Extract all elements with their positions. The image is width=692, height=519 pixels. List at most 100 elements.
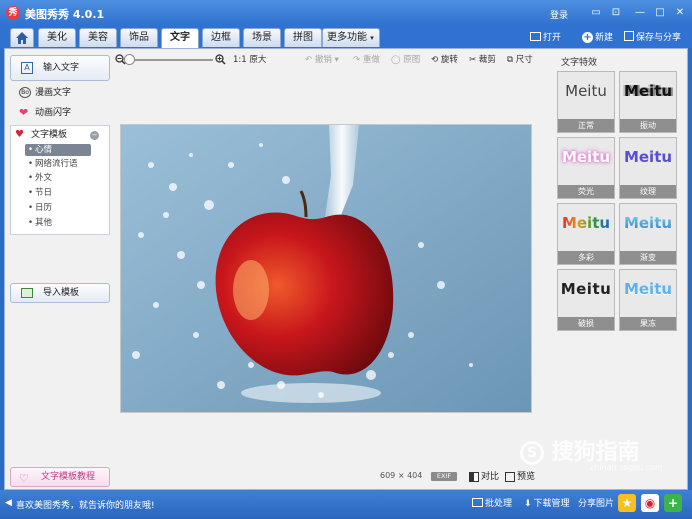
tab-beauty[interactable]: 美容 [79,28,117,47]
compare-icon [469,472,479,482]
effect-vibrate[interactable]: Meitu 振动 [619,71,677,133]
effect-sample: Meitu [623,280,673,298]
template-item-internet-slang[interactable]: • 网络流行语 [25,158,91,170]
image-dimensions: 609 × 404 [380,471,422,480]
main-area: A 输入文字 Bo 漫画文字 ❤ 动画闪字 ♥ 文字模板 − • 心情 • 网络… [4,48,688,490]
preview-button[interactable]: 预览 [503,470,535,484]
import-icon [21,288,33,298]
template-item-calendar[interactable]: • 日历 [25,202,91,214]
animated-text-item[interactable]: ❤ 动画闪字 [19,105,71,121]
template-item-other[interactable]: • 其他 [25,217,91,229]
tab-frame[interactable]: 边框 [202,28,240,47]
tab-scene[interactable]: 场景 [243,28,281,47]
skin-icon[interactable]: ⊡ [610,7,622,18]
tab-text[interactable]: 文字 [161,28,199,48]
template-item-mood[interactable]: • 心情 [25,144,91,156]
effect-normal[interactable]: Meitu 正常 [557,71,615,133]
tab-more-features[interactable]: 更多功能 ▾ [322,28,380,47]
star-icon[interactable]: ★ [618,494,636,512]
canvas-toolbar: 1:1 原大 ↶ 撤销 ▾ ↷ 重做 ◯ 原图 ⟲ 旋转 ✂ 裁剪 ⧉ 尺寸 [115,52,551,68]
tab-collage[interactable]: 拼图 [284,28,322,47]
bullet-icon: • [28,145,34,155]
template-item-label: 心情 [35,145,53,155]
redo-label: 重做 [362,55,380,65]
compare-button[interactable]: 对比 [467,470,499,484]
times-sign: × [397,471,405,480]
template-item-label: 日历 [35,203,53,213]
feedback-icon[interactable]: ▭ [590,7,602,18]
tab-accessories[interactable]: 饰品 [120,28,158,47]
share-image-button[interactable]: 分享图片 [578,497,614,511]
effect-jelly[interactable]: Meitu 果冻 [619,269,677,331]
comic-bubble-icon: Bo [19,87,31,98]
close-icon[interactable]: ✕ [674,7,686,18]
effect-gradient[interactable]: Meitu 渐变 [619,203,677,265]
scissors-icon: ✂ [469,55,477,65]
effect-texture[interactable]: Meitu 纹理 [619,137,677,199]
effect-label: 振动 [620,119,676,132]
text-template-header[interactable]: ♥ 文字模板 − [15,128,105,142]
chevron-down-icon: ▾ [334,55,339,65]
watermark-url: zhinan.sogou.com [590,463,663,472]
batch-process-button[interactable]: 批处理 [472,497,512,511]
effect-sample-text: Meitu [561,214,611,232]
folder-icon [530,32,541,41]
crop-label: 裁剪 [478,55,496,65]
preview-icon [505,472,515,482]
weibo-icon[interactable]: ◉ [641,494,659,512]
download-label: 下载管理 [533,499,570,509]
effect-glow[interactable]: Meitu 荧光 [557,137,615,199]
open-button[interactable]: 打开 [530,30,561,46]
apple-splash-photo [121,125,531,412]
batch-label: 批处理 [485,499,513,509]
undo-icon: ↶ [305,55,313,65]
chevron-down-icon: ▾ [370,34,374,42]
rotate-button[interactable]: ⟲ 旋转 [431,52,458,68]
maximize-icon[interactable]: □ [654,7,666,18]
effect-sample-text: Meitu [623,214,673,232]
download-manager-button[interactable]: ⬇ 下载管理 [524,497,570,511]
bullet-icon: • [28,159,34,169]
love-template-icon: ♥ [15,129,24,140]
resize-icon: ⧉ [507,55,514,65]
home-tab[interactable] [10,28,34,47]
text-template-tutorial-button[interactable]: ♡ 文字模板教程 [10,467,110,487]
zoom-slider-track[interactable] [133,59,213,61]
redo-button[interactable]: ↷ 重做 [353,52,380,68]
tab-more-label: 更多功能 [327,32,367,43]
title-bar: 秀 美图秀秀 4.0.1 登录 ▭ ⊡ — □ ✕ [0,0,692,26]
effect-colorful[interactable]: Meitu 多彩 [557,203,615,265]
undo-button[interactable]: ↶ 撤销 ▾ [305,52,339,68]
minimize-icon[interactable]: — [634,7,646,18]
save-share-button[interactable]: 保存与分享 [624,30,681,46]
template-item-holiday[interactable]: • 节日 [25,187,91,199]
effect-label: 多彩 [558,251,614,264]
app-logo-icon: 秀 [6,6,20,20]
photo-canvas[interactable] [121,125,531,412]
import-template-button[interactable]: 导入模板 [10,283,110,303]
tab-beautify[interactable]: 美化 [38,28,76,47]
original-image-button[interactable]: ◯ 原图 [391,52,420,68]
original-size-button[interactable]: 1:1 原大 [233,52,266,68]
input-text-button[interactable]: A 输入文字 [10,55,110,81]
new-button[interactable]: + 新建 [582,30,613,46]
effect-label: 荧光 [558,185,614,198]
animated-text-label: 动画闪字 [35,108,72,118]
resize-button[interactable]: ⧉ 尺寸 [507,52,533,68]
original-image-label: 原图 [403,55,421,65]
add-icon[interactable]: + [664,494,682,512]
template-item-foreign[interactable]: • 外文 [25,172,91,184]
comic-text-item[interactable]: Bo 漫画文字 [19,85,71,101]
template-item-label: 外文 [35,173,53,183]
effect-damaged[interactable]: Meitu 破损 [557,269,615,331]
text-effects-title: 文字特效 [561,58,598,68]
zoom-in-icon[interactable] [215,52,226,68]
collapse-icon[interactable]: − [90,131,99,140]
download-icon: ⬇ [524,499,532,509]
zoom-slider-knob[interactable] [124,54,135,65]
status-message[interactable]: 喜欢美图秀秀，就告诉你的朋友哦! [16,498,155,511]
exif-button[interactable]: EXIF [431,472,457,481]
rotate-label: 旋转 [440,55,458,65]
login-link[interactable]: 登录 [550,8,568,21]
crop-button[interactable]: ✂ 裁剪 [469,52,496,68]
